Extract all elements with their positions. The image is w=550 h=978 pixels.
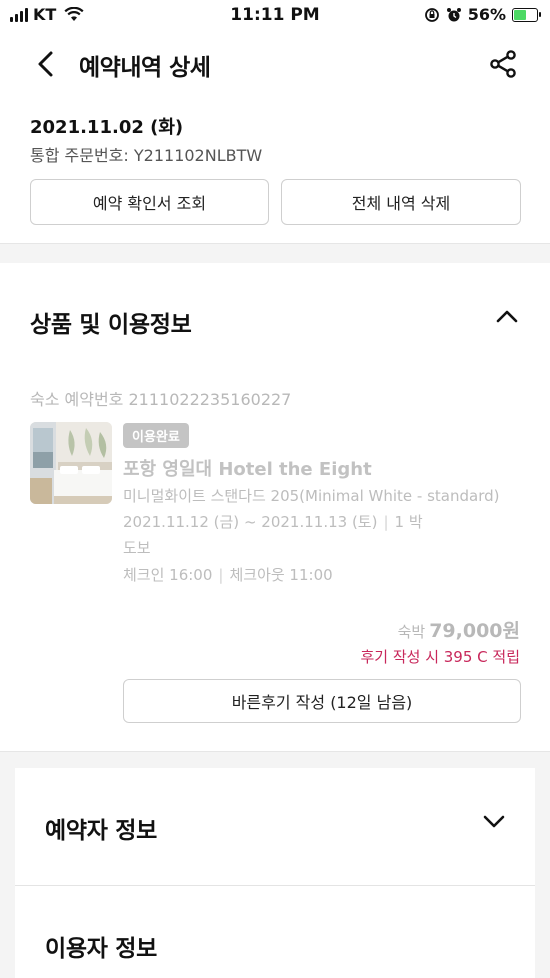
orientation-lock-icon bbox=[424, 7, 439, 22]
check-times: 체크인 16:00 | 체크아웃 11:00 bbox=[123, 564, 333, 585]
write-review-button[interactable]: 바른후기 작성 (12일 남음) bbox=[123, 679, 521, 723]
battery-percent: 56% bbox=[467, 5, 506, 24]
page-title: 예약내역 상세 bbox=[79, 55, 211, 81]
battery-fill bbox=[514, 9, 527, 20]
info-card: 예약자 정보 이용자 정보 bbox=[15, 768, 535, 978]
header: 예약내역 상세 bbox=[0, 32, 550, 96]
delete-all-button[interactable]: 전체 내역 삭제 bbox=[281, 179, 521, 225]
screen: KT 11:11 PM 56% 예약내역 상세 2021.11.02 (화) 통… bbox=[0, 0, 550, 978]
back-button[interactable] bbox=[34, 50, 58, 78]
check-in-date: 2021.11.12 (금) bbox=[123, 513, 240, 531]
booking-number: 숙소 예약번호 2111022235160227 bbox=[30, 390, 292, 409]
section-divider bbox=[0, 243, 550, 263]
alarm-icon bbox=[446, 7, 461, 21]
order-date: 2021.11.02 (화) bbox=[30, 117, 184, 138]
check-out-date: 2021.11.13 (토) bbox=[261, 513, 378, 531]
card-divider bbox=[15, 885, 535, 886]
chevron-down-icon[interactable] bbox=[483, 815, 505, 829]
product-section-title: 상품 및 이용정보 bbox=[30, 312, 192, 338]
review-points-note: 후기 작성 시 395 C 적립 bbox=[360, 648, 520, 666]
price-amount: 79,000원 bbox=[429, 620, 520, 642]
price-label: 숙박 bbox=[397, 623, 426, 641]
view-confirmation-button[interactable]: 예약 확인서 조회 bbox=[30, 179, 269, 225]
battery-icon bbox=[512, 7, 541, 22]
divider: | bbox=[218, 566, 224, 584]
date-range-separator: ~ bbox=[243, 513, 257, 531]
status-right: 56% bbox=[424, 5, 541, 24]
chevron-up-icon[interactable] bbox=[496, 309, 518, 323]
stay-dates: 2021.11.12 (금) ~ 2021.11.13 (토) | 1 박 bbox=[123, 511, 423, 532]
status-badge: 이용완료 bbox=[123, 423, 189, 448]
access-info: 도보 bbox=[123, 539, 151, 557]
hotel-room-image bbox=[30, 422, 112, 504]
user-section-title[interactable]: 이용자 정보 bbox=[45, 929, 157, 963]
booker-section-title[interactable]: 예약자 정보 bbox=[45, 811, 157, 845]
status-bar: KT 11:11 PM 56% bbox=[0, 0, 550, 32]
price: 숙박 79,000원 bbox=[398, 616, 520, 643]
check-out-time: 체크아웃 11:00 bbox=[229, 566, 333, 584]
hotel-name[interactable]: 포항 영일대 Hotel the Eight bbox=[123, 455, 372, 481]
nights-count: 1 박 bbox=[394, 513, 423, 531]
divider: | bbox=[383, 513, 389, 531]
check-in-time: 체크인 16:00 bbox=[123, 566, 213, 584]
room-type: 미니멀화이트 스탠다드 205(Minimal White - standard… bbox=[123, 487, 500, 505]
share-button[interactable] bbox=[488, 49, 518, 79]
order-number: 통합 주문번호: Y211102NLBTW bbox=[30, 146, 263, 165]
